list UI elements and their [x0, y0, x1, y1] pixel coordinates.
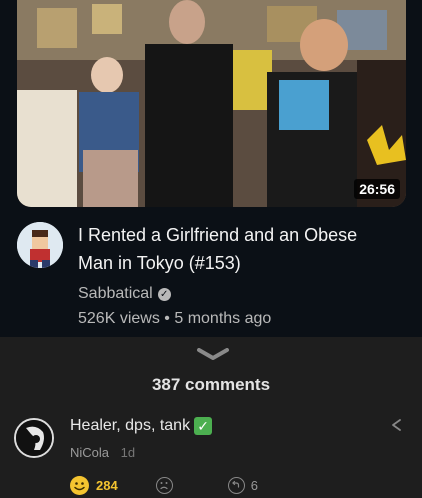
video-title[interactable]: I Rented a Girlfriend and an Obese Man i… [78, 221, 378, 277]
chevron-down-icon[interactable] [196, 348, 230, 360]
comment-actions: 284 6 [70, 476, 258, 495]
like-count: 284 [96, 478, 118, 493]
comment-meta: NiCola 1d [70, 445, 135, 460]
reply-count[interactable]: 6 [251, 478, 258, 493]
comment-time: 1d [120, 445, 136, 460]
verified-icon: ✓ [157, 287, 171, 301]
comments-count[interactable]: 387 comments [0, 375, 422, 395]
channel-avatar[interactable] [17, 222, 63, 268]
channel-name-row[interactable]: Sabbatical ✓ [78, 285, 171, 303]
channel-avatar-icon [17, 222, 63, 268]
commenter-avatar-icon [16, 420, 52, 456]
commenter-avatar[interactable] [14, 418, 54, 458]
check-mark-emoji-icon: ✓ [194, 417, 213, 435]
reply-arrow-icon [231, 480, 239, 488]
smile-face-icon [74, 482, 85, 491]
video-info-section: 26:56 I Rented a Girlfriend and an Obese… [0, 0, 422, 337]
frown-face-icon [160, 482, 168, 490]
video-meta: 526K views • 5 months ago [78, 310, 271, 328]
comments-panel: 387 comments Healer, dps, tank ✓ NiCola … [0, 337, 422, 498]
share-icon[interactable] [388, 417, 404, 433]
video-thumbnail[interactable]: 26:56 [17, 0, 406, 207]
thumbnail-scene-image [17, 0, 406, 207]
view-count: 526K views [78, 310, 160, 327]
upload-age: 5 months ago [174, 310, 272, 327]
dislike-frown-icon[interactable] [155, 477, 173, 494]
comment-author[interactable]: NiCola [70, 445, 109, 460]
channel-name[interactable]: Sabbatical [78, 285, 153, 303]
reply-icon[interactable] [227, 477, 245, 494]
like-smile-icon[interactable] [70, 476, 89, 495]
comment-body: Healer, dps, tank ✓ [70, 417, 213, 435]
comment-text: Healer, dps, tank [70, 417, 191, 434]
duration-badge: 26:56 [354, 179, 400, 199]
meta-separator: • [164, 310, 170, 327]
